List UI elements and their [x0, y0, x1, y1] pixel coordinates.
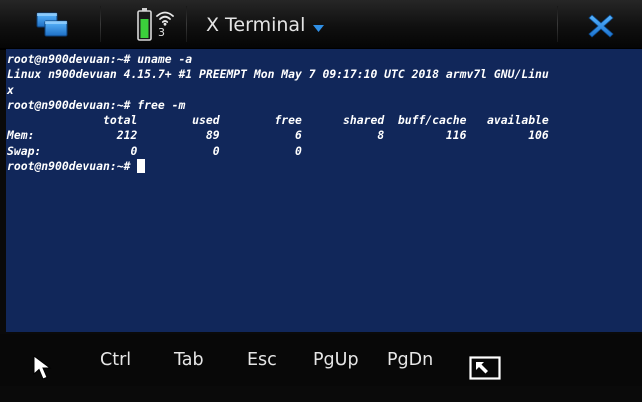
terminal-line: x: [7, 82, 14, 97]
task-switcher-icon: [36, 12, 68, 37]
key-toolbar: Ctrl Tab Esc PgUp PgDn: [0, 334, 642, 386]
terminal-line: root@n900devuan:~# free -m: [7, 97, 186, 112]
ctrl-key-button[interactable]: Ctrl: [100, 334, 131, 386]
tab-key-button[interactable]: Tab: [174, 334, 204, 386]
fullscreen-icon: [469, 356, 501, 380]
app-menu-title[interactable]: X Terminal: [206, 13, 325, 38]
terminal-line: total used free shared buff/cache availa…: [7, 113, 549, 128]
dropdown-caret-icon: [313, 14, 325, 38]
esc-key-button[interactable]: Esc: [247, 334, 277, 386]
terminal-prompt: root@n900devuan:~#: [7, 159, 138, 174]
divider: [100, 6, 101, 42]
terminal-line: Linux n900devuan 4.15.7+ #1 PREEMPT Mon …: [7, 67, 549, 82]
battery-count: 3: [158, 26, 165, 39]
fullscreen-button[interactable]: [469, 349, 501, 380]
divider: [557, 6, 558, 42]
terminal-view[interactable]: root@n900devuan:~# uname -a Linux n900de…: [6, 49, 642, 332]
pgdn-key-button[interactable]: PgDn: [387, 334, 433, 386]
close-button[interactable]: [588, 13, 614, 39]
wifi-icon: [156, 11, 174, 26]
divider: [186, 6, 187, 42]
terminal-line: Mem: 212 89 6 8 116 106: [7, 128, 549, 143]
pgup-key-button[interactable]: PgUp: [313, 334, 359, 386]
text-cursor: [137, 159, 146, 174]
pointer-icon: [33, 355, 52, 380]
status-bar: 3 X Terminal: [0, 0, 642, 50]
terminal-line: Swap: 0 0 0: [7, 143, 302, 158]
app-title-text: X Terminal: [206, 14, 306, 36]
close-icon: [588, 14, 614, 38]
terminal-line: root@n900devuan:~# uname -a: [7, 52, 193, 66]
pointer-button[interactable]: [32, 350, 56, 380]
status-area-button[interactable]: 3: [136, 8, 176, 42]
task-switcher-button[interactable]: [36, 12, 68, 38]
terminal-output: root@n900devuan:~# uname -a Linux n900de…: [6, 49, 642, 174]
